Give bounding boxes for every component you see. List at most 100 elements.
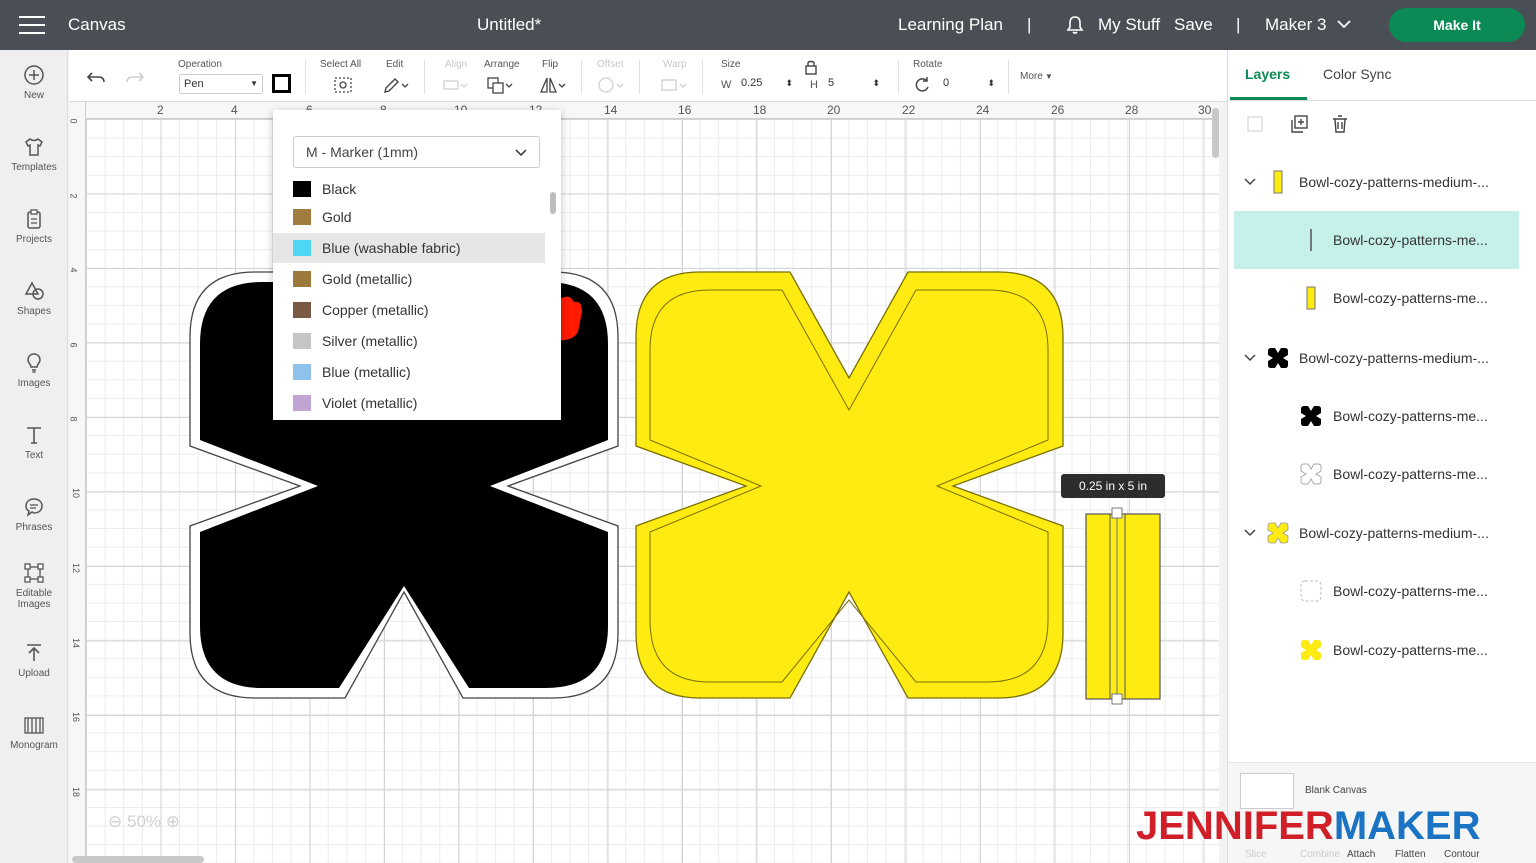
layer-thumbnail-icon (1300, 463, 1322, 485)
ruler-tick-label: 26 (1051, 103, 1065, 117)
zoom-level: 50% (126, 812, 162, 831)
layer-name: Bowl-cozy-patterns-me... (1333, 583, 1488, 599)
zoom-control[interactable]: ⊖ 50% ⊕ (108, 812, 180, 832)
layer-name: Bowl-cozy-patterns-medium-... (1299, 350, 1489, 366)
ruler-tick-label: 22 (902, 103, 916, 117)
ruler-tick-label: 16 (71, 711, 82, 723)
chevron-down-icon[interactable] (1244, 177, 1256, 186)
ruler-tick-label: 20 (827, 103, 841, 117)
ruler-tick-label: 2 (157, 103, 164, 117)
layer-name: Bowl-cozy-patterns-me... (1333, 290, 1488, 306)
layer-item[interactable]: Bowl-cozy-patterns-me... (1228, 445, 1536, 503)
layer-group-2[interactable]: Bowl-cozy-patterns-medium-... (1228, 329, 1536, 387)
layer-thumbnail-icon (1300, 580, 1322, 602)
layer-name: Bowl-cozy-patterns-medium-... (1299, 174, 1489, 190)
color-swatch (293, 181, 311, 197)
color-option-black[interactable]: Black (273, 174, 545, 204)
layer-thumbnail-icon (1267, 522, 1289, 544)
brand-part-1: JENNIFER (1136, 804, 1334, 848)
vertical-scrollbar[interactable] (1212, 108, 1219, 158)
brand-watermark: JENNIFERMAKER (1136, 804, 1480, 849)
pen-color-dropdown: M - Marker (1mm) Black Gold Blue (washab… (273, 110, 561, 420)
ruler-tick-label: 24 (976, 103, 990, 117)
ruler-tick-label: 30 (1198, 103, 1212, 117)
size-tooltip: 0.25 in x 5 in (1061, 474, 1165, 498)
color-option-label: Violet (metallic) (322, 395, 418, 411)
layer-name: Bowl-cozy-patterns-me... (1333, 466, 1488, 482)
flatten-button[interactable]: Flatten (1395, 849, 1426, 860)
color-option-label: Copper (metallic) (322, 302, 429, 318)
color-option-violet-metallic[interactable]: Violet (metallic) (273, 388, 545, 418)
horizontal-scrollbar[interactable] (72, 856, 204, 863)
ruler-tick-label: 10 (71, 487, 82, 499)
layer-name: Bowl-cozy-patterns-medium-... (1299, 525, 1489, 541)
selection-handle[interactable] (1111, 693, 1123, 705)
brand-part-2: MAKER (1333, 804, 1481, 848)
color-option-label: Gold (322, 209, 352, 225)
layer-name: Bowl-cozy-patterns-me... (1333, 232, 1488, 248)
group-icon (1247, 116, 1263, 132)
color-option-gold[interactable]: Gold (273, 202, 545, 232)
yellow-strip[interactable] (1085, 513, 1161, 700)
slice-button[interactable]: Slice (1245, 849, 1267, 860)
layer-name: Bowl-cozy-patterns-me... (1333, 642, 1488, 658)
chevron-down-icon (515, 149, 527, 157)
ruler-tick-label: 4 (68, 267, 79, 273)
combine-button[interactable]: Combine (1300, 849, 1340, 860)
ruler-tick-label: 6 (68, 342, 79, 348)
layer-thumbnail-icon (1301, 640, 1321, 660)
layer-thumbnail-icon (1273, 170, 1283, 194)
layer-item[interactable]: Bowl-cozy-patterns-me... (1228, 562, 1536, 620)
color-swatch (293, 240, 311, 256)
color-option-label: Blue (metallic) (322, 364, 411, 380)
ruler-tick-label: 28 (1125, 103, 1139, 117)
color-swatch (293, 333, 311, 349)
color-option-gold-metallic[interactable]: Gold (metallic) (273, 264, 545, 294)
color-option-silver-metallic[interactable]: Silver (metallic) (273, 326, 545, 356)
yellow-shape[interactable] (635, 271, 1064, 699)
layer-item[interactable]: Bowl-cozy-patterns-me... (1228, 269, 1536, 327)
ruler-tick-label: 4 (231, 103, 238, 117)
ruler-tick-label: 2 (68, 193, 79, 199)
dropdown-scrollbar[interactable] (550, 192, 556, 214)
ruler-tick-label: 14 (71, 637, 82, 649)
ruler-tick-label: 18 (71, 786, 82, 798)
color-option-label: Gold (metallic) (322, 271, 413, 287)
layers-panel: Layers Color Sync Bowl-cozy-patterns-med… (1227, 50, 1536, 863)
ruler-tick-label: 14 (604, 103, 618, 117)
color-swatch (293, 271, 311, 287)
contour-button[interactable]: Contour (1444, 849, 1480, 860)
zoom-out-icon[interactable]: ⊖ (108, 812, 122, 831)
attach-button[interactable]: Attach (1347, 849, 1375, 860)
color-option-blue-metallic[interactable]: Blue (metallic) (273, 357, 545, 387)
pen-type-select[interactable]: M - Marker (1mm) (293, 136, 540, 168)
color-option-blue-washable[interactable]: Blue (washable fabric) (273, 233, 545, 263)
color-swatch (293, 302, 311, 318)
color-option-label: Blue (washable fabric) (322, 240, 461, 256)
pen-type-value: M - Marker (1mm) (306, 144, 418, 160)
layer-item[interactable]: Bowl-cozy-patterns-me... (1234, 211, 1519, 269)
layer-thumbnail-icon (1310, 229, 1312, 251)
tab-layers[interactable]: Layers (1245, 66, 1290, 82)
color-swatch (293, 364, 311, 380)
chevron-down-icon[interactable] (1244, 528, 1256, 537)
duplicate-icon[interactable] (1289, 114, 1309, 134)
layer-group-1[interactable]: Bowl-cozy-patterns-medium-... (1228, 153, 1536, 211)
selection-handle[interactable] (1111, 507, 1123, 519)
color-option-copper-metallic[interactable]: Copper (metallic) (273, 295, 545, 325)
trash-icon[interactable] (1330, 114, 1350, 134)
layer-thumbnail-icon (1268, 348, 1288, 368)
ruler-tick-label: 8 (68, 416, 79, 422)
zoom-in-icon[interactable]: ⊕ (166, 812, 180, 831)
ruler-tick-label: 18 (753, 103, 767, 117)
chevron-down-icon[interactable] (1244, 353, 1256, 362)
ruler-tick-label: 16 (678, 103, 692, 117)
layer-item[interactable]: Bowl-cozy-patterns-me... (1228, 387, 1536, 445)
blank-canvas-label: Blank Canvas (1305, 785, 1367, 796)
tabs-divider (1228, 100, 1536, 101)
layer-item[interactable]: Bowl-cozy-patterns-me... (1228, 621, 1536, 679)
tab-color-sync[interactable]: Color Sync (1323, 66, 1391, 82)
color-swatch (293, 209, 311, 225)
layer-group-3[interactable]: Bowl-cozy-patterns-medium-... (1228, 504, 1536, 562)
color-option-label: Silver (metallic) (322, 333, 418, 349)
